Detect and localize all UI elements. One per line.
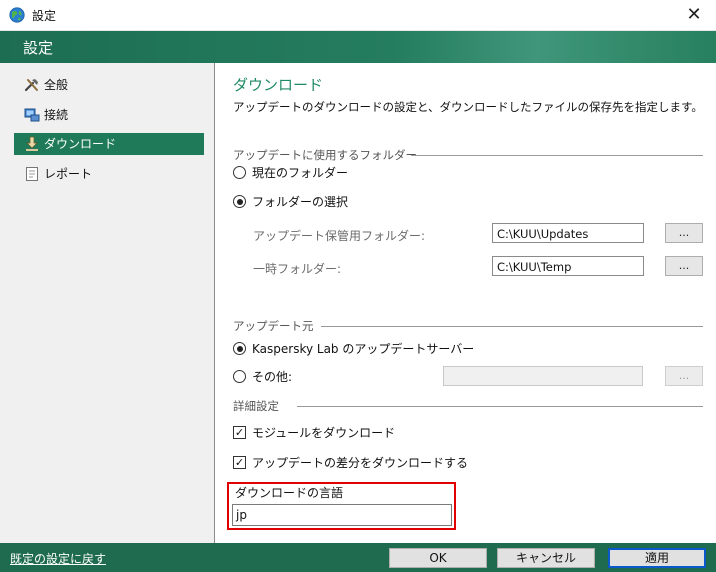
download-language-input[interactable]: jp bbox=[232, 504, 452, 526]
radio-label: 現在のフォルダー bbox=[252, 166, 349, 180]
sidebar: 全般 接続 ダウンロード レポート bbox=[0, 63, 215, 543]
other-source-field[interactable] bbox=[443, 366, 643, 386]
radio-label: その他: bbox=[252, 370, 293, 384]
sidebar-item-label: 全般 bbox=[44, 78, 69, 92]
storage-folder-browse-button[interactable]: ... bbox=[665, 223, 703, 243]
header-title: 設定 bbox=[23, 39, 54, 57]
temp-folder-field[interactable]: C:\KUU\Temp bbox=[492, 256, 644, 276]
radio-button[interactable] bbox=[233, 166, 246, 179]
download-language-label: ダウンロードの言語 bbox=[235, 486, 344, 500]
report-icon bbox=[24, 166, 40, 182]
close-icon[interactable]: ✕ bbox=[672, 0, 716, 30]
cancel-button[interactable]: キャンセル bbox=[497, 548, 595, 568]
group-divider bbox=[297, 406, 703, 407]
radio-button[interactable] bbox=[233, 195, 246, 208]
radio-label: Kaspersky Lab のアップデートサーバー bbox=[252, 342, 475, 356]
sidebar-item-report[interactable]: レポート bbox=[14, 163, 204, 185]
sidebar-item-label: レポート bbox=[44, 167, 93, 181]
ok-button[interactable]: OK bbox=[389, 548, 487, 568]
download-icon bbox=[24, 136, 40, 152]
page-description: アップデートのダウンロードの設定と、ダウンロードしたファイルの保存先を指定します… bbox=[233, 100, 703, 114]
storage-folder-field[interactable]: C:\KUU\Updates bbox=[492, 223, 644, 243]
settings-header: 設定 bbox=[0, 31, 716, 63]
checkbox-label: モジュールをダウンロード bbox=[252, 426, 396, 440]
footer-bar: 既定の設定に戻す OK キャンセル 適用 bbox=[0, 543, 716, 572]
sidebar-item-general[interactable]: 全般 bbox=[14, 74, 204, 96]
sidebar-item-connection[interactable]: 接続 bbox=[14, 104, 204, 126]
source-group-label: アップデート元 bbox=[233, 319, 314, 333]
temp-folder-browse-button[interactable]: ... bbox=[665, 256, 703, 276]
page-title: ダウンロード bbox=[233, 76, 324, 94]
radio-label: フォルダーの選択 bbox=[252, 195, 349, 209]
sidebar-item-download[interactable]: ダウンロード bbox=[14, 133, 204, 155]
apply-button[interactable]: 適用 bbox=[608, 548, 706, 568]
temp-folder-label: 一時フォルダー: bbox=[253, 262, 342, 276]
globe-icon bbox=[9, 7, 25, 23]
window-title: 設定 bbox=[32, 9, 57, 23]
advanced-group-label: 詳細設定 bbox=[233, 399, 279, 413]
radio-button[interactable] bbox=[233, 370, 246, 383]
checkbox-label: アップデートの差分をダウンロードする bbox=[252, 456, 469, 470]
storage-folder-label: アップデート保管用フォルダー: bbox=[253, 229, 426, 243]
checkbox-box[interactable]: ✓ bbox=[233, 426, 246, 439]
reset-defaults-link[interactable]: 既定の設定に戻す bbox=[10, 550, 106, 567]
tools-icon bbox=[24, 77, 40, 93]
radio-button[interactable] bbox=[233, 342, 246, 355]
group-divider bbox=[411, 155, 703, 156]
network-icon bbox=[24, 107, 40, 123]
window-titlebar: 設定 ✕ bbox=[0, 0, 716, 31]
group-divider bbox=[321, 326, 703, 327]
folder-group-label: アップデートに使用するフォルダー bbox=[233, 148, 417, 162]
main-panel: ダウンロード アップデートのダウンロードの設定と、ダウンロードしたファイルの保存… bbox=[215, 63, 716, 543]
sidebar-item-label: ダウンロード bbox=[44, 137, 117, 151]
sidebar-item-label: 接続 bbox=[44, 108, 69, 122]
other-source-browse-button[interactable]: ... bbox=[665, 366, 703, 386]
checkbox-box[interactable]: ✓ bbox=[233, 456, 246, 469]
